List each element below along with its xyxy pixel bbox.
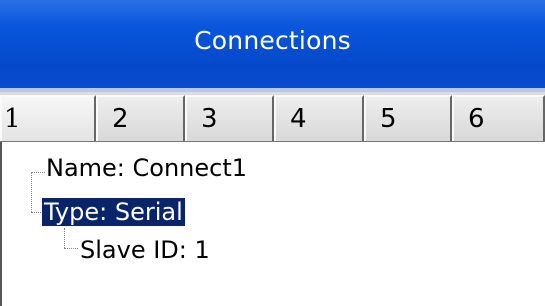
tab-3-label: 3 [201,104,218,134]
tree-node-type-label: Type: Serial [42,198,185,226]
tab-5[interactable]: 5 [364,95,452,141]
tab-strip: 1 2 3 4 5 6 [0,92,545,142]
tab-6[interactable]: 6 [452,95,545,141]
tab-3[interactable]: 3 [185,95,274,141]
tab-1[interactable]: 1 [0,95,96,141]
tree-node-slave-id[interactable]: Slave ID: 1 [80,234,210,266]
tree-node-name[interactable]: Name: Connect1 [46,152,247,184]
title-bar: Connections [0,0,545,92]
tree-node-type[interactable]: Type: Serial [42,196,185,228]
tab-2[interactable]: 2 [96,95,185,141]
tree-connector-child [64,228,65,248]
tree-connector-slave [64,248,78,249]
tree-node-slave-id-label: Slave ID: 1 [80,236,210,264]
tab-4-label: 4 [290,104,307,134]
tab-1-label: 1 [4,104,21,134]
tab-6-label: 6 [468,104,485,134]
connection-tree[interactable]: Name: Connect1 Type: Serial Slave ID: 1 [0,142,545,306]
window-title: Connections [194,26,351,55]
tab-4[interactable]: 4 [274,95,364,141]
tree-connector-root [31,172,32,212]
tree-node-name-label: Name: Connect1 [46,154,248,182]
tab-5-label: 5 [380,104,397,134]
tab-2-label: 2 [112,104,129,134]
tree-connector-name [31,172,45,173]
